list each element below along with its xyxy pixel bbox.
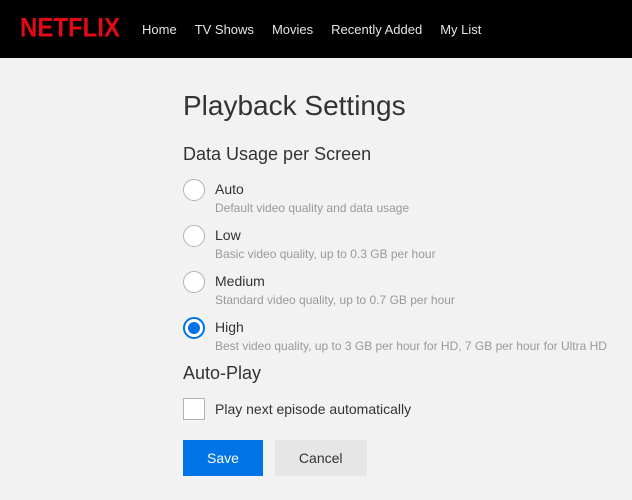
radio-option-high[interactable]: High Best video quality, up to 3 GB per … <box>183 317 632 353</box>
nav-tv-shows[interactable]: TV Shows <box>195 22 254 37</box>
radio-desc: Standard video quality, up to 0.7 GB per… <box>215 293 455 307</box>
radio-label: Medium <box>215 271 455 291</box>
radio-text: High Best video quality, up to 3 GB per … <box>215 317 607 353</box>
nav-my-list[interactable]: My List <box>440 22 481 37</box>
radio-text: Low Basic video quality, up to 0.3 GB pe… <box>215 225 436 261</box>
radio-icon <box>183 317 205 339</box>
radio-label: High <box>215 317 607 337</box>
radio-desc: Best video quality, up to 3 GB per hour … <box>215 339 607 353</box>
radio-option-auto[interactable]: Auto Default video quality and data usag… <box>183 179 632 215</box>
radio-desc: Default video quality and data usage <box>215 201 409 215</box>
button-row: Save Cancel <box>183 440 632 476</box>
data-usage-title: Data Usage per Screen <box>183 144 632 165</box>
header: NETFLIX Home TV Shows Movies Recently Ad… <box>0 0 632 58</box>
radio-label: Auto <box>215 179 409 199</box>
radio-icon <box>183 225 205 247</box>
netflix-logo[interactable]: NETFLIX <box>20 14 120 45</box>
auto-play-title: Auto-Play <box>183 363 632 384</box>
content: Playback Settings Data Usage per Screen … <box>0 58 632 476</box>
nav-home[interactable]: Home <box>142 22 177 37</box>
save-button[interactable]: Save <box>183 440 263 476</box>
radio-option-medium[interactable]: Medium Standard video quality, up to 0.7… <box>183 271 632 307</box>
main-nav: Home TV Shows Movies Recently Added My L… <box>142 22 481 37</box>
radio-icon <box>183 179 205 201</box>
radio-icon <box>183 271 205 293</box>
page-title: Playback Settings <box>183 90 632 122</box>
checkbox-icon <box>183 398 205 420</box>
nav-recently-added[interactable]: Recently Added <box>331 22 422 37</box>
radio-text: Medium Standard video quality, up to 0.7… <box>215 271 455 307</box>
radio-label: Low <box>215 225 436 245</box>
radio-option-low[interactable]: Low Basic video quality, up to 0.3 GB pe… <box>183 225 632 261</box>
nav-movies[interactable]: Movies <box>272 22 313 37</box>
cancel-button[interactable]: Cancel <box>275 440 367 476</box>
radio-text: Auto Default video quality and data usag… <box>215 179 409 215</box>
autoplay-label: Play next episode automatically <box>215 401 411 417</box>
radio-desc: Basic video quality, up to 0.3 GB per ho… <box>215 247 436 261</box>
data-usage-radio-group: Auto Default video quality and data usag… <box>183 179 632 353</box>
autoplay-checkbox-row[interactable]: Play next episode automatically <box>183 398 632 420</box>
